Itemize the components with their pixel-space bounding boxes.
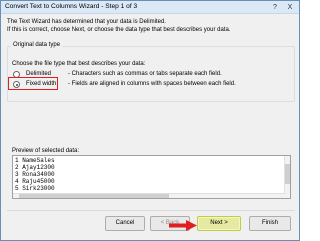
highlight-box [8, 77, 58, 90]
radio-delimited-description: - Characters such as commas or tabs sepa… [68, 71, 222, 77]
preview-pane[interactable]: 1 NameSales 2 Ajay12300 3 Rona34000 4 Ra… [12, 155, 291, 199]
intro-line-2: If this is correct, choose Next, or choo… [7, 27, 231, 33]
preview-label: Preview of selected data: [12, 148, 80, 154]
cancel-button[interactable]: Cancel [105, 216, 145, 231]
preview-line: 5 Sirk23000 [15, 185, 55, 192]
finish-button[interactable]: Finish [249, 216, 291, 231]
next-button[interactable]: Next > [197, 216, 241, 231]
close-icon[interactable]: X [284, 3, 296, 12]
radio-fixed-width-description: - Fields are aligned in columns with spa… [68, 81, 236, 87]
horizontal-scrollbar[interactable] [13, 193, 285, 198]
wizard-window: Convert Text to Columns Wizard - Step 1 … [0, 0, 300, 241]
vertical-scrollbar[interactable] [284, 156, 290, 198]
help-icon[interactable]: ? [270, 3, 280, 12]
vertical-scroll-thumb[interactable] [284, 164, 290, 184]
window-title: Convert Text to Columns Wizard - Step 1 … [5, 3, 138, 10]
title-bar: Convert Text to Columns Wizard - Step 1 … [1, 1, 299, 14]
footer-divider [7, 210, 295, 211]
intro-line-1: The Text Wizard has determined that your… [7, 19, 166, 25]
choose-file-type-label: Choose the file type that best describes… [12, 61, 146, 67]
group-title: Original data type [11, 42, 63, 48]
horizontal-scroll-thumb[interactable] [19, 194, 169, 198]
red-arrow-icon [169, 220, 197, 231]
